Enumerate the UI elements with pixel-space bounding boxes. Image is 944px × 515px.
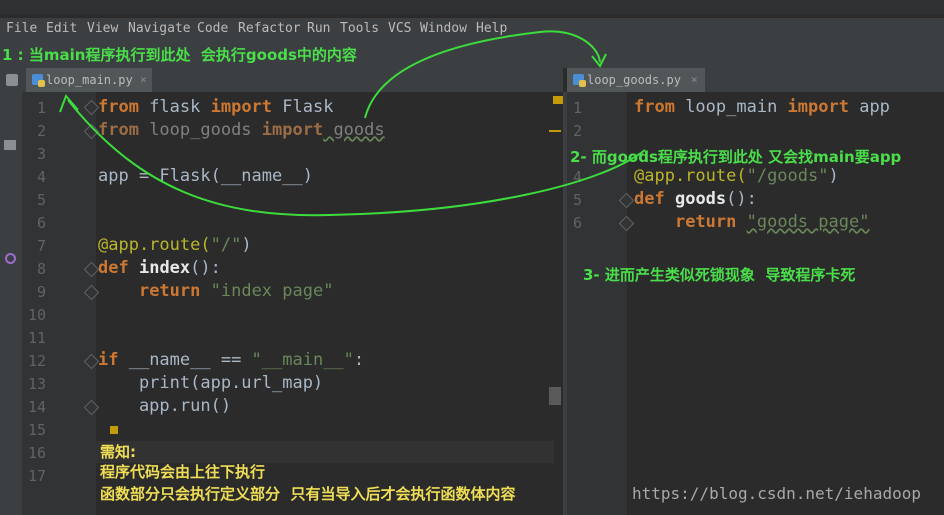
arrow-goods-to-main [67, 99, 646, 217]
annotation-arrows [59, 30, 646, 217]
arrow-main-to-goods [364, 30, 601, 119]
